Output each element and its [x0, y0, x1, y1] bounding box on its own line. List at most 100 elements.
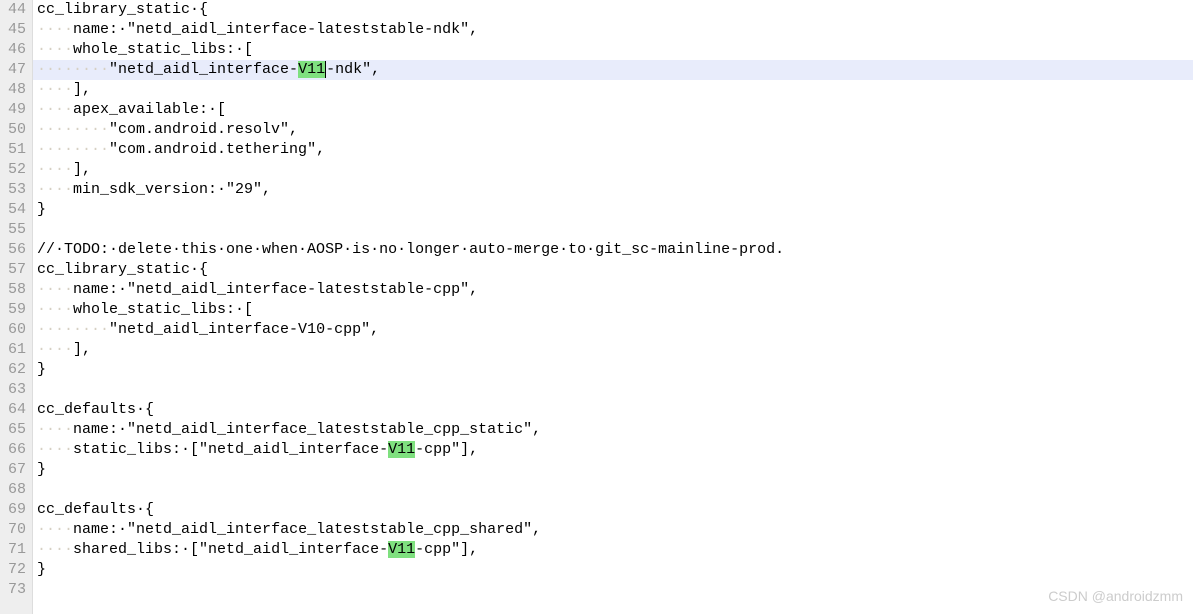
- code-text: name:·"netd_aidl_interface-lateststable-…: [73, 21, 478, 38]
- code-line[interactable]: cc_defaults·{: [33, 400, 1193, 420]
- code-text: name:·"netd_aidl_interface_lateststable_…: [73, 421, 541, 438]
- code-text: -cpp"],: [415, 541, 478, 558]
- code-line[interactable]: }: [33, 200, 1193, 220]
- code-line[interactable]: ····name:·"netd_aidl_interface_lateststa…: [33, 420, 1193, 440]
- code-line[interactable]: ········"netd_aidl_interface-V10-cpp",: [33, 320, 1193, 340]
- code-line[interactable]: ····shared_libs:·["netd_aidl_interface-V…: [33, 540, 1193, 560]
- code-line[interactable]: ····name:·"netd_aidl_interface-lateststa…: [33, 280, 1193, 300]
- line-number: 53: [4, 180, 26, 200]
- code-line[interactable]: ····whole_static_libs:·[: [33, 40, 1193, 60]
- code-text: }: [37, 361, 46, 378]
- line-number-gutter: 4445464748495051525354555657585960616263…: [0, 0, 33, 614]
- code-line[interactable]: [33, 580, 1193, 600]
- indent-guides: ····: [37, 161, 73, 178]
- code-text: //·TODO:·delete·this·one·when·AOSP·is·no…: [37, 241, 784, 258]
- indent-guides: ····: [37, 281, 73, 298]
- code-line[interactable]: [33, 220, 1193, 240]
- code-line[interactable]: }: [33, 560, 1193, 580]
- code-line[interactable]: ····],: [33, 160, 1193, 180]
- code-line[interactable]: ····name:·"netd_aidl_interface-lateststa…: [33, 20, 1193, 40]
- code-text: name:·"netd_aidl_interface_lateststable_…: [73, 521, 541, 538]
- line-number: 60: [4, 320, 26, 340]
- code-text: {: [199, 261, 208, 278]
- code-line[interactable]: }: [33, 360, 1193, 380]
- code-text: }: [37, 461, 46, 478]
- indent-guides: ····: [37, 421, 73, 438]
- search-match: V11: [298, 61, 326, 78]
- code-line[interactable]: ····static_libs:·["netd_aidl_interface-V…: [33, 440, 1193, 460]
- line-number: 52: [4, 160, 26, 180]
- code-text: static_libs:·["netd_aidl_interface-: [73, 441, 388, 458]
- line-number: 70: [4, 520, 26, 540]
- line-number: 54: [4, 200, 26, 220]
- indent-guides: ····: [37, 21, 73, 38]
- code-text: apex_available:·[: [73, 101, 226, 118]
- line-number: 56: [4, 240, 26, 260]
- code-text: }: [37, 201, 46, 218]
- line-number: 57: [4, 260, 26, 280]
- code-line[interactable]: cc_defaults·{: [33, 500, 1193, 520]
- line-number: 55: [4, 220, 26, 240]
- code-text: cc_defaults·: [37, 501, 145, 518]
- code-line[interactable]: //·TODO:·delete·this·one·when·AOSP·is·no…: [33, 240, 1193, 260]
- line-number: 63: [4, 380, 26, 400]
- code-line[interactable]: ····apex_available:·[: [33, 100, 1193, 120]
- code-line[interactable]: cc_library_static·{: [33, 0, 1193, 20]
- line-number: 62: [4, 360, 26, 380]
- line-number: 45: [4, 20, 26, 40]
- line-number: 64: [4, 400, 26, 420]
- indent-guides: ········: [37, 121, 109, 138]
- line-number: 48: [4, 80, 26, 100]
- code-text: ],: [73, 161, 91, 178]
- code-text: -cpp"],: [415, 441, 478, 458]
- code-line[interactable]: ····name:·"netd_aidl_interface_lateststa…: [33, 520, 1193, 540]
- indent-guides: ····: [37, 541, 73, 558]
- code-line[interactable]: ····min_sdk_version:·"29",: [33, 180, 1193, 200]
- code-text: shared_libs:·["netd_aidl_interface-: [73, 541, 388, 558]
- line-number: 66: [4, 440, 26, 460]
- code-text: "netd_aidl_interface-V10-cpp",: [109, 321, 379, 338]
- code-line[interactable]: [33, 480, 1193, 500]
- code-line[interactable]: ····],: [33, 340, 1193, 360]
- line-number: 44: [4, 0, 26, 20]
- line-number: 46: [4, 40, 26, 60]
- line-number: 51: [4, 140, 26, 160]
- code-line[interactable]: ········"com.android.tethering",: [33, 140, 1193, 160]
- indent-guides: ········: [37, 321, 109, 338]
- code-text: name:·"netd_aidl_interface-lateststable-…: [73, 281, 478, 298]
- line-number: 73: [4, 580, 26, 600]
- code-line[interactable]: cc_library_static·{: [33, 260, 1193, 280]
- code-text: cc_defaults·: [37, 401, 145, 418]
- code-text: cc_library_static·: [37, 261, 199, 278]
- search-match: V11: [388, 541, 415, 558]
- indent-guides: ····: [37, 81, 73, 98]
- indent-guides: ····: [37, 341, 73, 358]
- code-line[interactable]: [33, 380, 1193, 400]
- line-number: 61: [4, 340, 26, 360]
- line-number: 58: [4, 280, 26, 300]
- code-text: {: [145, 401, 154, 418]
- code-text: min_sdk_version:·"29",: [73, 181, 271, 198]
- code-text: cc_library_static·: [37, 1, 199, 18]
- line-number: 67: [4, 460, 26, 480]
- code-line[interactable]: ········"com.android.resolv",: [33, 120, 1193, 140]
- code-area[interactable]: cc_library_static·{····name:·"netd_aidl_…: [33, 0, 1193, 614]
- line-number: 47: [4, 60, 26, 80]
- indent-guides: ········: [37, 61, 109, 78]
- line-number: 50: [4, 120, 26, 140]
- line-number: 68: [4, 480, 26, 500]
- code-line[interactable]: ········"netd_aidl_interface-V11-ndk",: [33, 60, 1193, 80]
- code-text: whole_static_libs:·[: [73, 41, 253, 58]
- code-line[interactable]: }: [33, 460, 1193, 480]
- code-text: ],: [73, 81, 91, 98]
- code-text: whole_static_libs:·[: [73, 301, 253, 318]
- indent-guides: ········: [37, 141, 109, 158]
- line-number: 69: [4, 500, 26, 520]
- code-line[interactable]: ····whole_static_libs:·[: [33, 300, 1193, 320]
- code-text: ],: [73, 341, 91, 358]
- code-line[interactable]: ····],: [33, 80, 1193, 100]
- line-number: 71: [4, 540, 26, 560]
- indent-guides: ····: [37, 41, 73, 58]
- code-text: "netd_aidl_interface-: [109, 61, 298, 78]
- search-match: V11: [388, 441, 415, 458]
